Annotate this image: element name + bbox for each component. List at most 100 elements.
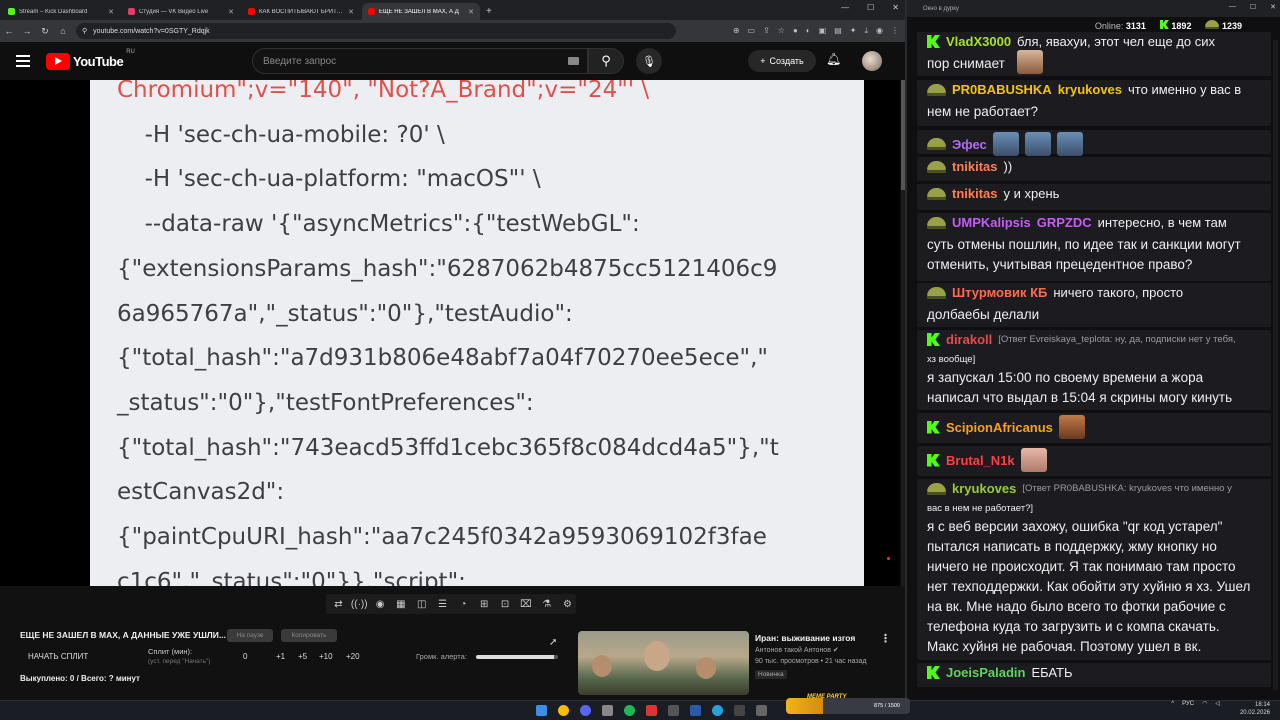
profile-icon[interactable]: ◉ bbox=[876, 26, 883, 36]
extension-icon[interactable]: ▤ bbox=[834, 26, 842, 36]
avatar[interactable] bbox=[862, 51, 882, 71]
chat-username[interactable]: Эфес bbox=[952, 137, 987, 152]
subtitles-icon[interactable]: ☰ bbox=[434, 597, 451, 611]
picture-in-picture-icon[interactable]: ◫ bbox=[413, 597, 430, 611]
voice-search-button[interactable]: 🎙 bbox=[636, 48, 662, 74]
download-icon[interactable]: ⤓ bbox=[864, 26, 868, 36]
chat-username[interactable]: JoeisPaladin bbox=[946, 665, 1025, 680]
telegram-icon[interactable] bbox=[712, 705, 723, 716]
extension-icon[interactable]: ◐ bbox=[806, 26, 811, 36]
share-icon[interactable]: ⇪ bbox=[763, 26, 770, 36]
back-icon[interactable]: ← bbox=[0, 26, 18, 36]
search-input[interactable]: Введите запрос bbox=[252, 48, 588, 74]
media-player-icon[interactable] bbox=[690, 705, 701, 716]
close-window-icon[interactable]: ✕ bbox=[1270, 3, 1276, 11]
site-info-icon[interactable]: ⚲ bbox=[82, 27, 87, 35]
chrome-icon[interactable] bbox=[558, 705, 569, 716]
more-options-icon[interactable]: ⋮ bbox=[880, 632, 891, 645]
frame-step-icon[interactable]: ⊞ bbox=[476, 597, 493, 611]
speed-icon[interactable]: ◔ bbox=[455, 597, 472, 611]
language-indicator[interactable]: РУС bbox=[1182, 701, 1194, 707]
tab-youtube-active[interactable]: ЕЩЕ НЕ ЗАШЕЛ В MAX, А Д ✕ bbox=[362, 3, 480, 20]
eye-screen-icon[interactable]: ◉ bbox=[372, 597, 389, 611]
recommended-video-thumbnail[interactable] bbox=[578, 631, 749, 695]
alert-volume-slider[interactable] bbox=[476, 655, 558, 659]
reload-icon[interactable]: ↻ bbox=[36, 26, 54, 37]
search-button[interactable]: ⚲ bbox=[588, 48, 624, 74]
tab-kick[interactable]: Stream – Kick Dashboard ✕ bbox=[2, 3, 120, 20]
hamburger-menu-icon[interactable] bbox=[16, 55, 30, 67]
add-1-button[interactable]: +1 bbox=[276, 652, 285, 661]
chat-username[interactable]: dirakoll bbox=[946, 332, 992, 347]
zoom-icon[interactable]: ⊕ bbox=[733, 26, 740, 36]
close-window-icon[interactable]: ✕ bbox=[892, 3, 899, 12]
menu-dots-icon[interactable]: ⋮ bbox=[891, 26, 899, 36]
camera-icon[interactable]: ⌧ bbox=[517, 597, 534, 611]
chat-mention[interactable]: kryukoves bbox=[1058, 82, 1122, 97]
create-button[interactable]: + Создать bbox=[748, 50, 816, 72]
url-field[interactable]: ⚲ youtube.com/watch?v=0SGTY_Rdqjk bbox=[76, 23, 676, 39]
close-icon[interactable]: ✕ bbox=[228, 8, 234, 16]
cast-icon[interactable]: ▭ bbox=[748, 26, 756, 36]
volume-icon[interactable]: ◁ bbox=[1215, 700, 1220, 707]
add-10-button[interactable]: +10 bbox=[319, 652, 333, 661]
app-icon[interactable] bbox=[646, 705, 657, 716]
copy-button[interactable]: Копировать bbox=[281, 629, 337, 642]
chat-username[interactable]: tnikitas bbox=[952, 159, 998, 174]
add-5-button[interactable]: +5 bbox=[298, 652, 307, 661]
bookmark-star-icon[interactable]: ☆ bbox=[778, 26, 785, 36]
loop-icon[interactable]: ⇄ bbox=[330, 597, 347, 611]
extension-icon[interactable]: ● bbox=[793, 26, 798, 36]
extension-icon[interactable]: ▣ bbox=[819, 26, 827, 36]
chat-username[interactable]: UMPKalipsis bbox=[952, 215, 1031, 230]
flask-icon[interactable]: ⚗ bbox=[538, 597, 555, 611]
meme-party-widget[interactable]: 875 / 1500 bbox=[786, 698, 910, 714]
chat-username[interactable]: kryukoves bbox=[952, 481, 1016, 496]
close-icon[interactable]: ✕ bbox=[348, 8, 354, 16]
keyboard-icon[interactable] bbox=[568, 57, 579, 65]
notifications-bell-icon[interactable]: 🔔︎ bbox=[826, 52, 841, 66]
app-icon[interactable] bbox=[756, 705, 767, 716]
gear-icon[interactable]: ⚙ bbox=[559, 597, 576, 611]
split-value-field[interactable]: 0 bbox=[243, 652, 247, 661]
app-icon[interactable] bbox=[602, 705, 613, 716]
wifi-icon[interactable]: ◠ bbox=[1202, 700, 1207, 707]
video-player[interactable]: Chromium";v="140", "Not?A_Brand";v="24"'… bbox=[0, 80, 900, 586]
add-screen-icon[interactable]: ⊡ bbox=[497, 597, 514, 611]
minimize-icon[interactable]: — bbox=[1229, 3, 1236, 11]
close-icon[interactable]: ✕ bbox=[108, 8, 114, 16]
forward-icon[interactable]: → bbox=[18, 26, 36, 36]
discord-icon[interactable] bbox=[580, 705, 591, 716]
start-split-button[interactable]: НАЧАТЬ СПЛИТ bbox=[28, 652, 88, 661]
close-icon[interactable]: ✕ bbox=[468, 8, 474, 16]
recommended-video-title[interactable]: Иран: выживание изгоя bbox=[755, 633, 855, 643]
recommended-channel[interactable]: Антонов такой Антонов ✔ bbox=[755, 646, 839, 654]
audio-wave-icon[interactable]: ((·)) bbox=[351, 597, 368, 611]
youtube-logo[interactable]: YouTube RU bbox=[46, 49, 135, 70]
maximize-icon[interactable]: ☐ bbox=[867, 3, 874, 12]
tray-expand-icon[interactable]: ^ bbox=[1171, 701, 1174, 707]
windows-start-icon[interactable] bbox=[536, 705, 547, 716]
chat-username[interactable]: VladX3000 bbox=[946, 34, 1011, 49]
chat-mention[interactable]: GRPZDC bbox=[1037, 215, 1092, 230]
chat-scrollbar[interactable] bbox=[1273, 40, 1278, 690]
minimize-icon[interactable]: — bbox=[841, 3, 849, 12]
home-icon[interactable]: ⌂ bbox=[54, 26, 72, 36]
chat-username[interactable]: Штурмовик КБ bbox=[952, 285, 1047, 300]
app-icon[interactable] bbox=[734, 705, 745, 716]
chat-username[interactable]: Brutal_N1k bbox=[946, 453, 1015, 468]
tab-vk[interactable]: Студия — VK Видео Live ✕ bbox=[122, 3, 240, 20]
add-20-button[interactable]: +20 bbox=[346, 652, 360, 661]
puzzle-icon[interactable]: ✦ bbox=[850, 26, 857, 36]
app-icon[interactable] bbox=[668, 705, 679, 716]
spotify-icon[interactable] bbox=[624, 705, 635, 716]
pause-status-pill[interactable]: На паузе bbox=[227, 629, 273, 642]
tab-youtube-1[interactable]: КАК ВОСПИТЫВАЮТ БРИТАН ✕ bbox=[242, 3, 360, 20]
maximize-icon[interactable]: ☐ bbox=[1250, 3, 1256, 11]
new-tab-icon[interactable]: + bbox=[486, 6, 492, 17]
chat-username[interactable]: ScipionAfricanus bbox=[946, 420, 1053, 435]
chat-username[interactable]: tnikitas bbox=[952, 186, 998, 201]
clock[interactable]: 18:14 20.02.2026 bbox=[1240, 701, 1270, 717]
chat-username[interactable]: PR0BABUSHKA bbox=[952, 82, 1052, 97]
calendar-icon[interactable]: ▦ bbox=[392, 597, 409, 611]
